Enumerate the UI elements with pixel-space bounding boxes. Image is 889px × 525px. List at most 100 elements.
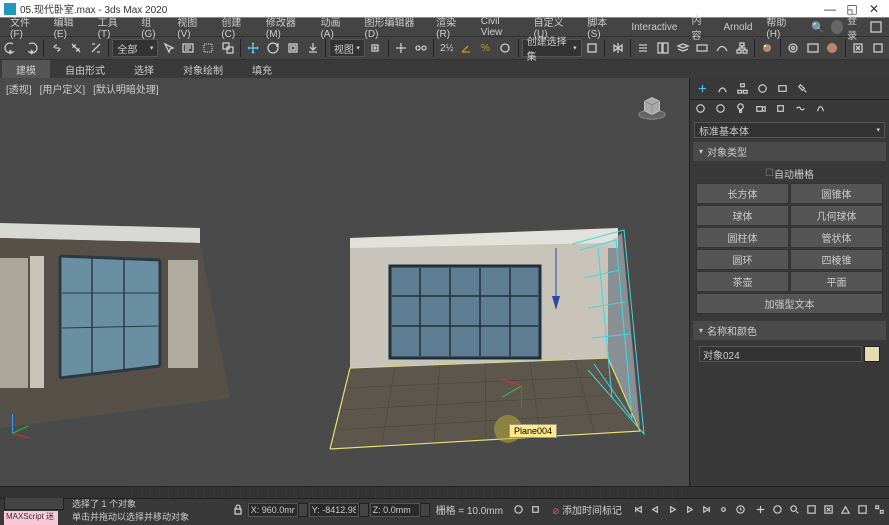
prev-frame-button[interactable] [647,502,663,518]
select-object-button[interactable] [159,38,178,58]
rect-tool-button[interactable] [868,38,887,58]
orbit-button[interactable] [769,502,785,518]
pyramid-button[interactable]: 四棱锥 [790,249,883,270]
use-center-button[interactable] [366,38,385,58]
autogrid-checkbox[interactable]: ☐ 自动栅格 [696,164,883,183]
menu-create[interactable]: 创建(C) [215,13,258,41]
align-button[interactable] [634,38,653,58]
teapot-button[interactable]: 茶壶 [696,271,789,292]
menu-views[interactable]: 视图(V) [171,13,213,41]
sphere-button[interactable]: 球体 [696,205,789,226]
coord-x-input[interactable] [248,503,298,517]
x-button[interactable] [849,38,868,58]
minmax-toggle-button[interactable] [871,502,887,518]
toggle-ribbon-button[interactable] [693,38,712,58]
time-config-button[interactable] [732,502,748,518]
ribbon-tab-selection[interactable]: 选择 [120,60,168,79]
menu-group[interactable]: 组(G) [135,13,169,41]
menu-file[interactable]: 文件(F) [4,13,46,41]
modify-tab[interactable] [714,81,730,97]
refcoord-dropdown[interactable]: 视图▾ [329,39,365,57]
angle-snap-button[interactable] [457,38,476,58]
hierarchy-tab[interactable] [734,81,750,97]
bind-button[interactable] [87,38,106,58]
select-manipulate-button[interactable] [392,38,411,58]
cone-button[interactable]: 圆锥体 [790,183,883,204]
move-gizmo[interactable] [503,368,539,404]
isolate-button[interactable] [511,502,527,518]
pan-view-button[interactable] [752,502,768,518]
plane-button[interactable]: 平面 [790,271,883,292]
next-frame-button[interactable] [681,502,697,518]
spinner-snap-button[interactable] [496,38,515,58]
material-editor-button[interactable] [758,38,777,58]
render-production-button[interactable] [823,38,842,58]
ribbon-tab-objectpaint[interactable]: 对象绘制 [169,60,237,79]
geometry-subtab[interactable] [694,102,710,118]
window-close[interactable]: ✕ [863,1,885,17]
coord-z-spinner[interactable] [420,503,430,517]
coord-y-input[interactable] [309,503,359,517]
tube-button[interactable]: 管状体 [790,227,883,248]
coord-x-spinner[interactable] [298,503,308,517]
zoom-button[interactable] [786,502,802,518]
selection-lock-button[interactable] [528,502,544,518]
add-time-tag[interactable]: 添加时间标记 [562,506,622,517]
coord-z-input[interactable] [370,503,420,517]
named-selection-dropdown[interactable]: 创建选择集▾ [522,39,582,57]
category-dropdown[interactable]: 标准基本体▾ [694,122,885,138]
menu-edit[interactable]: 编辑(E) [48,13,90,41]
spacewarps-subtab[interactable] [794,102,810,118]
menu-scripting[interactable]: 脚本(S) [581,13,623,41]
utilities-tab[interactable] [794,81,810,97]
lights-subtab[interactable] [734,102,750,118]
toggle-scene-explorer-button[interactable] [654,38,673,58]
viewport[interactable]: [透视][用户定义][默认明暗处理] [0,78,689,486]
object-name-input[interactable] [699,346,862,362]
menu-tools[interactable]: 工具(T) [92,13,134,41]
menu-grapheditors[interactable]: 图形编辑器(D) [359,13,429,41]
redo-button[interactable] [22,38,41,58]
fov-button[interactable] [837,502,853,518]
edit-named-sel-button[interactable] [583,38,602,58]
menu-rendering[interactable]: 渲染(R) [430,13,473,41]
ribbon-tab-modeling[interactable]: 建模 [2,60,50,79]
lock-selection-button[interactable] [228,500,248,520]
ribbon-tab-freeform[interactable]: 自由形式 [51,60,119,79]
systems-subtab[interactable] [814,102,830,118]
object-color-swatch[interactable] [864,346,880,362]
play-button[interactable] [664,502,680,518]
maximize-viewport-button[interactable] [854,502,870,518]
workspace-button[interactable] [867,17,885,37]
goto-end-button[interactable] [698,502,714,518]
select-rotate-button[interactable] [264,38,283,58]
time-slider[interactable] [0,486,889,498]
menu-interactive[interactable]: Interactive [625,21,683,34]
motion-tab[interactable] [754,81,770,97]
window-crossing-button[interactable] [219,38,238,58]
ribbon-tab-populate[interactable]: 填充 [238,60,286,79]
unlink-button[interactable] [67,38,86,58]
shapes-subtab[interactable] [714,102,730,118]
menu-modifiers[interactable]: 修改器(M) [260,13,313,41]
maxscript-listener[interactable]: MAXScript 迷 [4,511,58,525]
display-tab[interactable] [774,81,790,97]
menu-animation[interactable]: 动画(A) [314,13,356,41]
menu-help[interactable]: 帮助(H) [760,13,803,41]
selection-filter-dropdown[interactable]: 全部▾ [112,39,158,57]
zoom-all-button[interactable] [803,502,819,518]
create-tab[interactable] [694,81,710,97]
cameras-subtab[interactable] [754,102,770,118]
select-by-name-button[interactable] [179,38,198,58]
rect-select-button[interactable] [199,38,218,58]
menu-civilview[interactable]: Civil View [475,15,526,39]
search-icon[interactable]: 🔍 [807,21,829,34]
menu-arnold[interactable]: Arnold [718,21,759,34]
coord-y-spinner[interactable] [359,503,369,517]
key-mode-button[interactable] [715,502,731,518]
geosphere-button[interactable]: 几何球体 [790,205,883,226]
helpers-subtab[interactable] [774,102,790,118]
render-setup-button[interactable] [784,38,803,58]
schematic-view-button[interactable] [732,38,751,58]
rendered-frame-button[interactable] [803,38,822,58]
